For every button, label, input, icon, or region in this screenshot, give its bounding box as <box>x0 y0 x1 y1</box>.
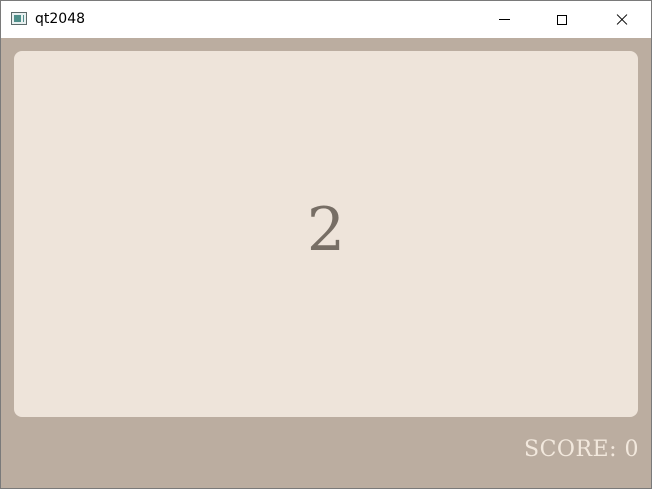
tile-value: 2 <box>306 195 346 265</box>
minimize-button[interactable] <box>475 1 533 38</box>
app-window: qt2048 2 SCORE: 0 <box>0 0 652 489</box>
score-label: SCORE: 0 <box>524 437 639 462</box>
maximize-icon <box>557 14 567 25</box>
minimize-icon <box>498 19 510 20</box>
game-tile: 2 <box>14 51 638 417</box>
maximize-button[interactable] <box>533 1 591 38</box>
close-button[interactable] <box>593 1 651 38</box>
title-bar[interactable]: qt2048 <box>1 1 651 38</box>
close-icon <box>615 13 629 27</box>
window-title: qt2048 <box>35 11 86 27</box>
app-icon[interactable] <box>11 12 27 25</box>
